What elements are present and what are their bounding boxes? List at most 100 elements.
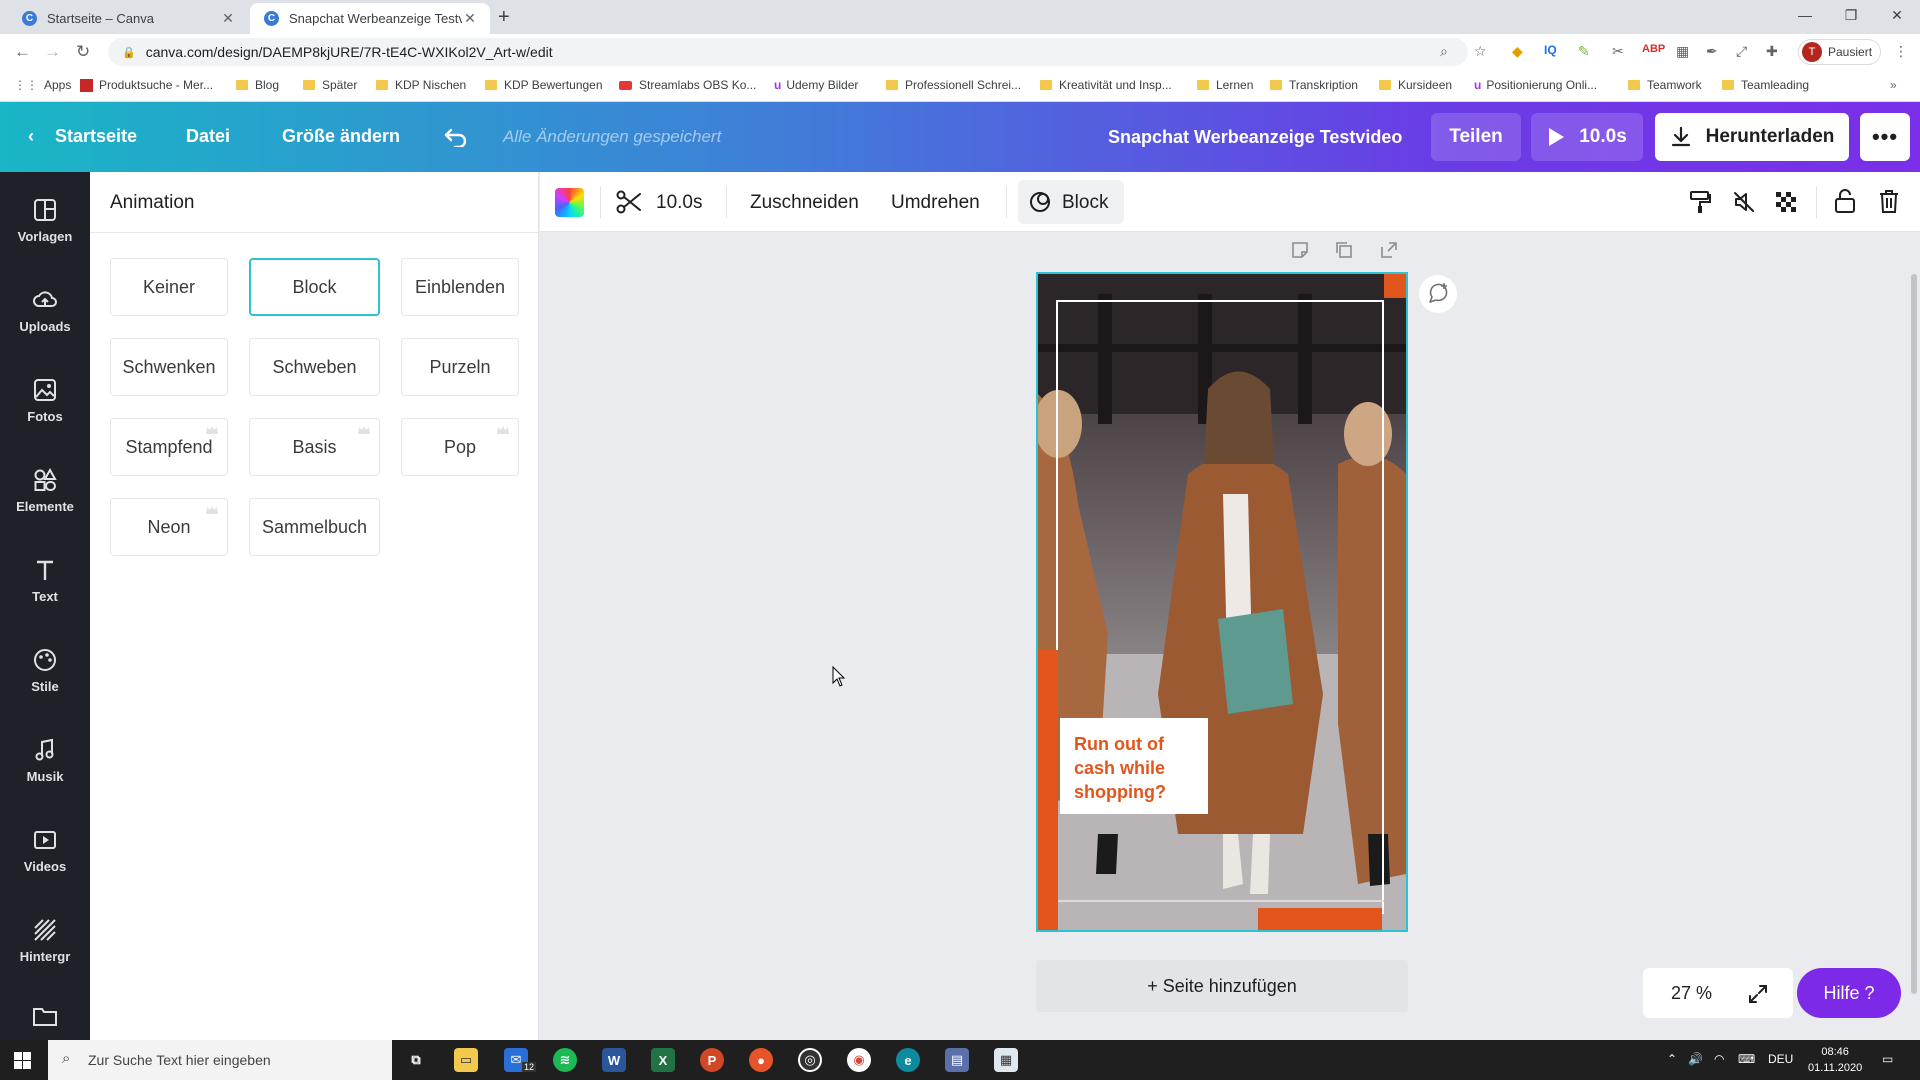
task-view-icon[interactable]: ⧉ [404, 1048, 428, 1072]
bookmark-item[interactable]: Lernen [1197, 78, 1253, 92]
undo-icon[interactable] [443, 127, 469, 147]
trash-icon[interactable] [1878, 188, 1900, 214]
keyboard-icon[interactable]: ⌨ [1738, 1052, 1755, 1066]
bookmark-item[interactable]: Teamwork [1628, 78, 1702, 92]
sidebar-item-uploads[interactable]: Uploads [0, 270, 90, 350]
extension-icon[interactable]: ◆ [1512, 43, 1523, 60]
adblock-icon[interactable]: ABP [1642, 43, 1665, 55]
tray-chevron-icon[interactable]: ⌃ [1667, 1052, 1677, 1066]
bookmark-item[interactable]: KDP Nischen [376, 78, 466, 92]
language-indicator[interactable]: DEU [1768, 1052, 1793, 1066]
sidebar-item-background[interactable]: Hintergr [0, 900, 90, 980]
transparency-icon[interactable] [1774, 190, 1798, 214]
flip-button[interactable]: Umdrehen [891, 192, 980, 214]
more-options-button[interactable]: ••• [1860, 113, 1910, 161]
expand-icon[interactable] [1747, 983, 1769, 1005]
animation-option-schweben[interactable]: Schweben [249, 338, 380, 396]
crop-button[interactable]: Zuschneiden [750, 192, 859, 214]
address-bar[interactable]: 🔒 canva.com/design/DAEMP8kjURE/7R-tE4C-W… [108, 38, 1468, 66]
animation-option-purzeln[interactable]: Purzeln [401, 338, 519, 396]
close-window-icon[interactable]: ✕ [1874, 0, 1920, 30]
bookmark-item[interactable]: u Positionierung Onli... [1474, 78, 1597, 92]
animation-option-basis[interactable]: Basis [249, 418, 380, 476]
sidebar-item-photos[interactable]: Fotos [0, 360, 90, 440]
bookmark-item[interactable]: Transkription [1270, 78, 1358, 92]
animation-option-pop[interactable]: Pop [401, 418, 519, 476]
bookmark-apps[interactable]: ⋮⋮ Apps [14, 78, 71, 92]
animation-option-schwenken[interactable]: Schwenken [110, 338, 228, 396]
volume-icon[interactable]: 🔊 [1688, 1052, 1703, 1066]
duplicate-page-icon[interactable] [1334, 240, 1354, 260]
sidebar-item-text[interactable]: Text [0, 540, 90, 620]
page-notes-icon[interactable] [1290, 240, 1310, 260]
obs-icon[interactable]: ◎ [798, 1048, 822, 1072]
file-menu[interactable]: Datei [186, 126, 230, 147]
zoom-lens-icon[interactable]: ⌕ [1440, 43, 1448, 60]
animation-option-stampfend[interactable]: Stampfend [110, 418, 228, 476]
bookmark-item[interactable]: Später [303, 78, 357, 92]
file-explorer-icon[interactable]: ▭ [454, 1048, 478, 1072]
bookmark-item[interactable]: Kursideen [1379, 78, 1452, 92]
edge-icon[interactable]: e [896, 1048, 920, 1072]
document-title[interactable]: Snapchat Werbeanzeige Testvideo [1108, 127, 1402, 148]
help-button[interactable]: Hilfe ? [1797, 968, 1901, 1018]
taskbar-clock[interactable]: 08:46 01.11.2020 [1808, 1044, 1862, 1076]
scrollbar-thumb[interactable] [1911, 274, 1917, 994]
zoom-control[interactable]: 27 % [1643, 968, 1793, 1018]
bookmark-item[interactable]: u Udemy Bilder [774, 78, 858, 92]
design-page[interactable]: Run out of cash while shopping? [1036, 272, 1408, 932]
sidebar-item-templates[interactable]: Vorlagen [0, 180, 90, 260]
extension-iq-icon[interactable]: IQ [1544, 43, 1557, 57]
download-button[interactable]: Herunterladen [1655, 113, 1849, 161]
close-tab-icon[interactable]: ✕ [462, 10, 478, 27]
bookmark-item[interactable]: Blog [236, 78, 279, 92]
extension-icon[interactable]: ✎ [1578, 43, 1590, 60]
app-icon[interactable]: ▤ [945, 1048, 969, 1072]
taskbar-search-input[interactable]: ⌕ Zur Suche Text hier eingeben [48, 1040, 392, 1080]
vertical-scrollbar[interactable] [1908, 232, 1920, 1040]
animation-option-block[interactable]: Block [249, 258, 380, 316]
sidebar-item-videos[interactable]: Videos [0, 810, 90, 890]
resize-button[interactable]: Größe ändern [282, 126, 400, 147]
bookmark-item[interactable]: Streamlabs OBS Ko... [619, 78, 756, 92]
add-page-button[interactable]: + Seite hinzufügen [1036, 960, 1408, 1012]
ad-caption[interactable]: Run out of cash while shopping? [1060, 718, 1208, 814]
scissors-icon[interactable] [616, 190, 642, 214]
comment-add-icon[interactable] [1418, 274, 1458, 314]
network-icon[interactable]: ◠ [1714, 1052, 1724, 1066]
eyedropper-icon[interactable]: ✒ [1706, 43, 1718, 60]
forward-icon[interactable]: → [44, 42, 61, 62]
minimize-icon[interactable]: — [1782, 0, 1828, 30]
sidebar-item-music[interactable]: Musik [0, 720, 90, 800]
sidebar-item-styles[interactable]: Stile [0, 630, 90, 710]
menu-kebab-icon[interactable]: ⋮ [1894, 43, 1908, 60]
app-icon[interactable]: ▦ [994, 1048, 1018, 1072]
extension-icon[interactable]: ✂ [1612, 43, 1624, 60]
bookmark-item[interactable]: Produktsuche - Mer... [80, 78, 213, 92]
animation-option-einblenden[interactable]: Einblenden [401, 258, 519, 316]
notifications-icon[interactable]: ▭ [1882, 1052, 1893, 1066]
browser-tab-startseite[interactable]: C Startseite – Canva ✕ [8, 3, 248, 34]
animation-option-sammelbuch[interactable]: Sammelbuch [249, 498, 380, 556]
extension-grid-icon[interactable]: ▦ [1676, 43, 1689, 60]
reload-icon[interactable]: ↻ [76, 42, 90, 62]
chevron-left-icon[interactable]: ‹ [28, 126, 34, 147]
folder-icon[interactable] [32, 1005, 58, 1027]
bookmark-item[interactable]: Kreativität und Insp... [1040, 78, 1172, 92]
back-icon[interactable]: ← [14, 42, 31, 62]
sidebar-item-elements[interactable]: Elemente [0, 450, 90, 530]
chrome-icon[interactable]: ◉ [847, 1048, 871, 1072]
bookmark-item[interactable]: Teamleading [1722, 78, 1809, 92]
powerpoint-icon[interactable]: P [700, 1048, 724, 1072]
animation-option-keiner[interactable]: Keiner [110, 258, 228, 316]
paint-roller-icon[interactable] [1688, 189, 1712, 215]
color-picker-swatch[interactable] [555, 188, 584, 217]
new-tab-icon[interactable]: + [498, 6, 510, 29]
more-bookmarks-icon[interactable]: » [1890, 78, 1897, 92]
home-link[interactable]: Startseite [55, 126, 137, 147]
spotify-icon[interactable]: ≋ [553, 1048, 577, 1072]
bookmark-item[interactable]: Professionell Schrei... [886, 78, 1021, 92]
clip-duration[interactable]: 10.0s [656, 192, 702, 214]
bookmark-star-icon[interactable]: ☆ [1474, 43, 1487, 60]
extensions-puzzle-icon[interactable]: ✚ [1766, 43, 1778, 60]
